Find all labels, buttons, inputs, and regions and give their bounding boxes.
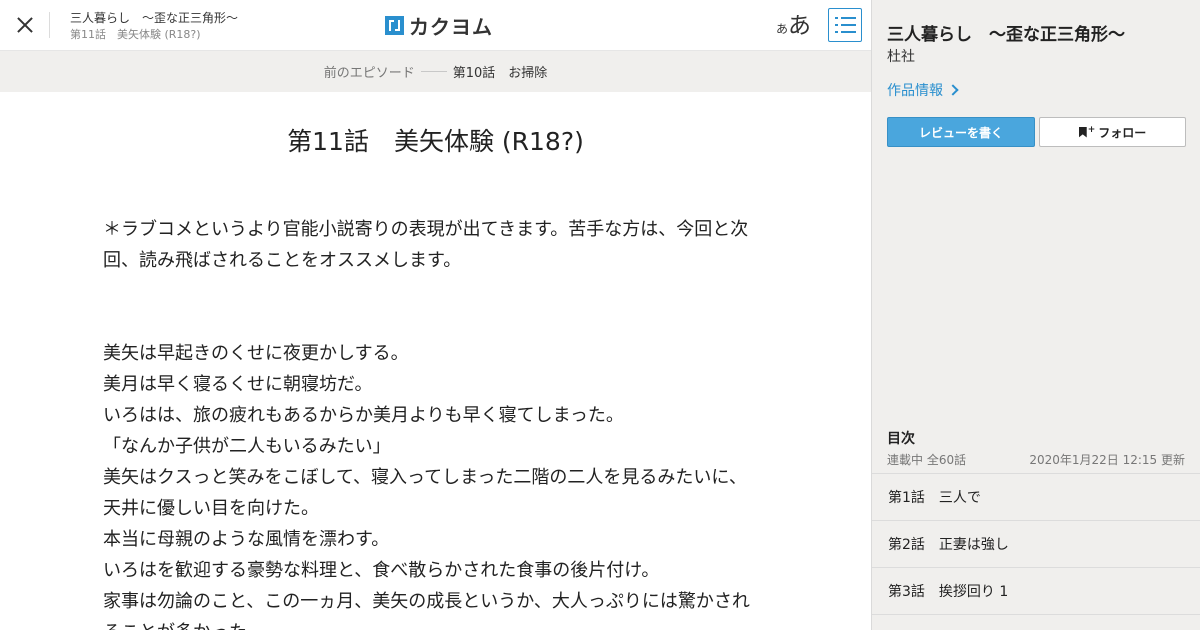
body-line: 家事は勿論のこと、この一ヵ月、美矢の成長というか、大人っぷりには驚かされ [103, 591, 750, 612]
kakuyomu-logo-icon [385, 15, 404, 35]
top-bar: 三人暮らし ～歪な正三角形～ 第11話 美矢体験 (R18?) カクヨム あ あ [0, 0, 871, 51]
follow-button[interactable]: + フォロー [1039, 117, 1186, 147]
toc-item[interactable]: 第2話 正妻は強し [872, 521, 1200, 568]
episode-title: 第11話 美矢体験 (R18?) [287, 127, 584, 156]
logo-text: カクヨム [409, 14, 493, 39]
previous-episode-separator [420, 71, 447, 72]
reader-pane: 三人暮らし ～歪な正三角形～ 第11話 美矢体験 (R18?) カクヨム あ あ… [0, 0, 871, 630]
body-line: 美矢はクスっと笑みをこぼして、寝入ってしまった二階の二人を見るみたいに、 [103, 467, 747, 488]
work-sidebar: 三人暮らし ～歪な正三角形～ 杜社 作品情報 レビューを書く + フォロー 目次… [871, 0, 1200, 630]
write-review-button[interactable]: レビューを書く [887, 117, 1035, 147]
toc-item[interactable]: 第3話 挨拶回り 1 [872, 568, 1200, 615]
toc-item[interactable]: 第1話 三人で [872, 474, 1200, 521]
header-work-info[interactable]: 三人暮らし ～歪な正三角形～ 第11話 美矢体験 (R18?) [70, 10, 238, 42]
body-line: ＊ラブコメというより官能小説寄りの表現が出てきます。苦手な方は、今回と次 [103, 219, 749, 240]
body-line [103, 307, 763, 338]
header-work-title[interactable]: 三人暮らし ～歪な正三角形～ [70, 10, 238, 27]
sidebar-author-link[interactable]: 杜社 [887, 46, 915, 66]
header-divider [49, 12, 50, 38]
header-episode-subtitle: 第11話 美矢体験 (R18?) [70, 28, 201, 41]
toc-updated-date: 2020年1月22日 12:15 更新 [1029, 453, 1185, 467]
body-line [103, 276, 763, 307]
toc-list-icon[interactable] [828, 8, 862, 42]
work-info-link[interactable]: 作品情報 [887, 80, 959, 100]
font-size-icon-large: あ [788, 13, 812, 39]
body-line: いろはを歓迎する豪勢な料理と、食べ散らかされた食事の後片付け。 [103, 560, 660, 581]
font-size-button[interactable]: あ あ [776, 10, 811, 40]
body-line: 本当に母親のような風情を漂わす。 [103, 529, 390, 550]
previous-episode-bar: 前のエピソード 第10話 お掃除 [0, 51, 871, 92]
body-line: 「なんか子供が二人もいるみたい」 [103, 436, 391, 457]
chevron-right-icon [947, 84, 959, 96]
body-line: 回、読み飛ばされることをオススメします。 [103, 250, 462, 271]
site-logo[interactable]: カクヨム [385, 13, 493, 39]
body-line: 天井に優しい目を向けた。 [103, 498, 319, 519]
episode-body: ＊ラブコメというより官能小説寄りの表現が出てきます。苦手な方は、今回と次 回、読… [103, 214, 763, 630]
body-line: 美月は早く寝るくせに朝寝坊だ。 [103, 374, 373, 395]
toc-heading: 目次 [887, 431, 915, 447]
follow-label: フォロー [1098, 125, 1147, 140]
body-line: ることが多かった。 [103, 617, 763, 630]
body-line: 美矢は早起きのくせに夜更かしする。 [103, 343, 409, 364]
previous-episode-link[interactable]: 前のエピソード 第10話 お掃除 [0, 51, 871, 92]
font-size-icon-small: あ [776, 22, 789, 36]
bookmark-icon [1078, 126, 1087, 138]
toc-list: 第1話 三人で 第2話 正妻は強し 第3話 挨拶回り 1 [872, 473, 1200, 615]
sidebar-work-title[interactable]: 三人暮らし ～歪な正三角形～ [887, 20, 1125, 45]
previous-episode-label: 前のエピソード [323, 66, 415, 81]
toc-status: 連載中 全60話 [887, 453, 967, 467]
body-line: いろはは、旅の疲れもあるからか美月よりも早く寝てしまった。 [103, 405, 624, 426]
work-info-label: 作品情報 [887, 83, 943, 99]
close-icon[interactable] [12, 12, 38, 38]
previous-episode-title: 第10話 お掃除 [452, 66, 548, 81]
follow-plus-mark: + [1087, 124, 1096, 135]
